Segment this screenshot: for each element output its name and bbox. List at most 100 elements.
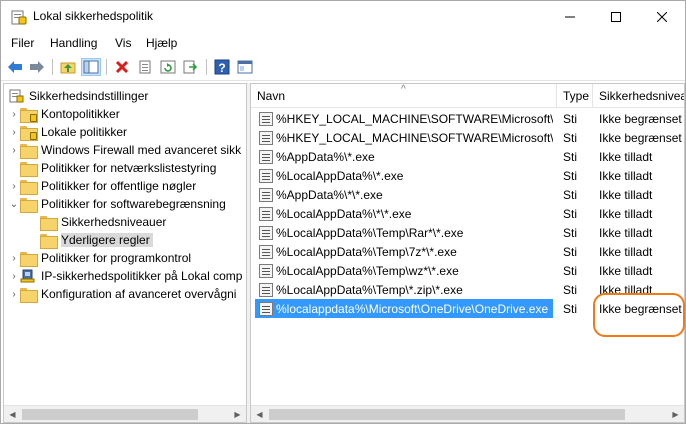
path-rule-icon [259,263,273,278]
close-button[interactable] [639,1,685,32]
delete-icon [115,60,129,74]
table-row[interactable]: %LocalAppData%\Temp\wz*\*.exe Sti Ikke t… [251,261,684,280]
maximize-button[interactable] [593,1,639,32]
rule-name: %LocalAppData%\Temp\Rar*\*.exe [276,225,464,240]
chevron-right-icon[interactable]: › [8,141,20,159]
path-rule-icon [259,301,273,316]
tree-root[interactable]: Sikkerhedsindstillinger [8,87,148,105]
scrollbar-thumb[interactable] [22,409,198,420]
rule-level: Ikke tilladt [599,187,653,202]
chevron-right-icon[interactable]: › [8,123,20,141]
tree-item-advanced-audit[interactable]: › Konfiguration af avanceret overvågni [8,285,236,303]
menu-file[interactable]: Filer [11,36,34,50]
tree-item-public-key[interactable]: › Politikker for offentlige nøgler [8,177,196,195]
forward-button[interactable] [27,58,47,76]
tree-item-software-restriction[interactable]: ⌄ Politikker for softwarebegrænsning [8,195,226,213]
properties-icon [139,60,151,74]
tree-item-ip-security[interactable]: › IP-sikkerhedspolitikker på Lokal comp [8,267,242,285]
chevron-down-icon[interactable]: ⌄ [8,195,20,213]
tree-item-network-list[interactable]: Politikker for netværkslistestyring [8,159,216,177]
folder-icon [20,251,38,267]
table-row[interactable]: %AppData%\*.exe Sti Ikke tilladt [251,147,684,166]
table-row[interactable]: %LocalAppData%\Temp\7z*\*.exe Sti Ikke t… [251,242,684,261]
column-security-level[interactable]: Sikkerhedsnivea [593,84,684,108]
properties-button[interactable] [135,58,155,76]
path-rule-icon [259,282,273,297]
toolbar-separator [52,59,53,75]
maximize-icon [611,11,621,22]
chevron-right-icon[interactable]: › [8,105,20,123]
rule-name: %LocalAppData%\Temp\7z*\*.exe [276,244,457,259]
menu-action[interactable]: Handling [50,36,97,50]
folder-icon [20,143,38,159]
export-list-button[interactable] [181,58,201,76]
rules-list-pane: ^ Navn Type Sikkerhedsnivea %HKEY_LOCAL_… [250,83,685,423]
folder-lock-icon [20,107,38,123]
list-horizontal-scrollbar[interactable]: ◀ ▶ [251,405,684,422]
rule-level: Ikke tilladt [599,225,653,240]
tree-item-security-levels[interactable]: Sikkerhedsniveauer [28,213,166,231]
tree-item-local-policies[interactable]: › Lokale politikker [8,123,127,141]
rule-name: %LocalAppData%\*.exe [276,168,404,183]
security-policy-icon [11,10,27,25]
forward-icon [30,61,44,73]
table-row[interactable]: %LocalAppData%\Temp\Rar*\*.exe Sti Ikke … [251,223,684,242]
up-folder-button[interactable] [58,58,78,76]
window-title: Lokal sikkerhedspolitik [33,9,154,23]
scroll-left-icon[interactable]: ◀ [251,406,268,422]
console-tree-button[interactable] [235,58,255,76]
help-button[interactable]: ? [212,58,232,76]
path-rule-icon [259,187,273,202]
tree-item-label: Politikker for softwarebegrænsning [41,197,226,211]
table-row[interactable]: %LocalAppData%\*\*.exe Sti Ikke tilladt [251,204,684,223]
close-icon [657,11,667,22]
tree-item-label: Politikker for offentlige nøgler [41,179,197,193]
console-tree-icon [237,60,253,74]
chevron-right-icon[interactable]: › [8,177,20,195]
column-name[interactable]: Navn [251,84,557,108]
security-settings-icon [9,89,24,103]
scroll-right-icon[interactable]: ▶ [229,406,246,422]
path-rule-icon [259,130,273,145]
refresh-button[interactable] [158,58,178,76]
table-row[interactable]: %HKEY_LOCAL_MACHINE\SOFTWARE\Microsoft\.… [251,109,684,128]
column-type[interactable]: Type [557,84,593,108]
tree-item-label: Lokale politikker [41,125,128,139]
delete-button[interactable] [112,58,132,76]
show-hide-tree-button[interactable] [81,58,101,76]
tree-item-account-policies[interactable]: › Kontopolitikker [8,105,120,123]
tree-item-label: Politikker for programkontrol [41,251,192,265]
minimize-button[interactable] [547,1,593,32]
rule-type: Sti [563,301,578,316]
tree-horizontal-scrollbar[interactable]: ◀ ▶ [4,405,246,422]
scroll-left-icon[interactable]: ◀ [4,406,21,422]
menu-view[interactable]: Vis [115,36,131,50]
tree-item-label: Yderligere regler [61,233,153,247]
path-rule-icon [259,225,273,240]
tree-item-additional-rules[interactable]: Yderligere regler [28,231,153,249]
back-button[interactable] [5,58,25,76]
table-row[interactable]: %HKEY_LOCAL_MACHINE\SOFTWARE\Microsoft\.… [251,128,684,147]
path-rule-icon [259,206,273,221]
folder-icon [40,215,58,231]
path-rule-icon [259,111,273,126]
rule-type: Sti [563,206,578,221]
menu-help[interactable]: Hjælp [146,36,177,50]
minimize-icon [565,16,575,17]
scroll-right-icon[interactable]: ▶ [667,406,684,422]
scrollbar-thumb[interactable] [269,409,625,420]
folder-icon [20,179,38,195]
table-row[interactable]: %AppData%\*\*.exe Sti Ikke tilladt [251,185,684,204]
tree-item-label: Kontopolitikker [41,107,120,121]
chevron-right-icon[interactable]: › [8,285,20,303]
up-folder-icon [60,62,76,74]
rule-name: %localappdata%\Microsoft\OneDrive\OneDri… [276,301,549,316]
help-icon: ? [214,59,230,75]
tree-item-app-control[interactable]: › Politikker for programkontrol [8,249,191,267]
table-row[interactable]: %LocalAppData%\*.exe Sti Ikke tilladt [251,166,684,185]
chevron-right-icon[interactable]: › [8,249,20,267]
rule-type: Sti [563,263,578,278]
rule-type: Sti [563,149,578,164]
chevron-right-icon[interactable]: › [8,267,20,285]
tree-item-windows-firewall[interactable]: › Windows Firewall med avanceret sikk [8,141,241,159]
